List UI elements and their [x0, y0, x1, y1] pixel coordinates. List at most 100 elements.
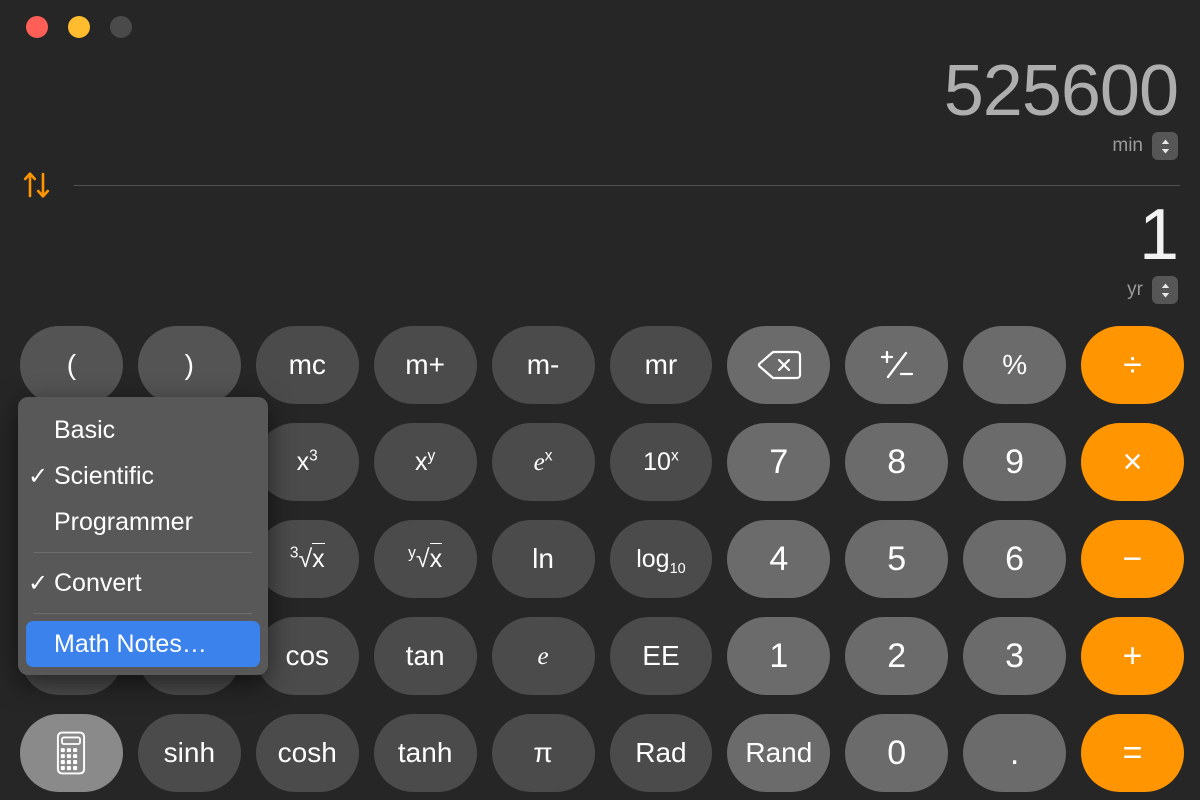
- key-label: 0: [887, 733, 907, 772]
- key-label: tan: [405, 640, 445, 671]
- delete-icon: [757, 350, 801, 380]
- key-hyperbolic-tangent[interactable]: tanh: [373, 714, 477, 792]
- key-cube-root[interactable]: 3√x: [255, 520, 359, 598]
- display-top: 525600 min: [943, 51, 1179, 160]
- key-memory-clear[interactable]: mc: [255, 326, 359, 404]
- key-pi[interactable]: π: [491, 714, 595, 792]
- key-euler-number[interactable]: e: [491, 617, 595, 695]
- key-exponent-entry[interactable]: EE: [609, 617, 713, 695]
- display-bottom-unit-label: yr: [1127, 279, 1143, 300]
- key-random[interactable]: Rand: [727, 714, 831, 792]
- key-label: %: [1002, 349, 1028, 380]
- key-percent[interactable]: %: [963, 326, 1067, 404]
- key-label: (: [66, 349, 77, 380]
- menu-check-icon: ✓: [28, 462, 49, 490]
- swap-units-button[interactable]: [20, 168, 56, 202]
- key-divide[interactable]: ÷: [1081, 326, 1184, 404]
- key-memory-subtract[interactable]: m-: [491, 326, 595, 404]
- calculator-icon: [57, 731, 86, 775]
- menu-item-label: Math Notes…: [54, 629, 207, 658]
- key-ten-to-x[interactable]: 10x: [609, 423, 713, 501]
- key-tangent[interactable]: tan: [373, 617, 477, 695]
- key-subtract[interactable]: −: [1081, 520, 1184, 598]
- key-memory-recall[interactable]: mr: [609, 326, 713, 404]
- key-calculator-mode[interactable]: [20, 714, 123, 792]
- key-multiply[interactable]: ×: [1081, 423, 1184, 501]
- swap-vertical-arrows-icon: [23, 172, 50, 198]
- display-top-unit-row: min: [944, 132, 1178, 160]
- key-radians-toggle[interactable]: Rad: [609, 714, 713, 792]
- display-bottom: 1 yr: [1127, 195, 1179, 304]
- key-label: 7: [769, 442, 789, 481]
- plus-minus-icon: [880, 350, 913, 379]
- menu-item-convert[interactable]: ✓ Convert: [18, 560, 268, 606]
- key-close-paren[interactable]: ): [137, 326, 241, 404]
- key-label: m+: [405, 349, 445, 380]
- display-bottom-unit-row: yr: [1127, 276, 1178, 304]
- menu-item-scientific[interactable]: ✓ Scientific: [18, 453, 268, 499]
- display-bottom-unit-stepper[interactable]: [1152, 276, 1178, 304]
- key-open-paren[interactable]: (: [20, 326, 123, 404]
- key-label: 3√x: [289, 542, 325, 573]
- key-e-to-x[interactable]: ex: [491, 423, 595, 501]
- key-digit-3[interactable]: 3: [963, 617, 1067, 695]
- key-label: log10: [636, 544, 686, 577]
- key-digit-7[interactable]: 7: [727, 423, 831, 501]
- key-label: 4: [769, 539, 789, 578]
- key-x-to-y[interactable]: xy: [373, 423, 477, 501]
- key-label: π: [533, 737, 553, 768]
- key-label: .: [1009, 733, 1020, 772]
- key-label: =: [1122, 733, 1143, 772]
- minimize-button[interactable]: [68, 16, 90, 38]
- key-label: m-: [526, 349, 560, 380]
- key-label: tanh: [397, 737, 453, 768]
- key-hyperbolic-sine[interactable]: sinh: [137, 714, 241, 792]
- display-bottom-value: 1: [1138, 195, 1179, 275]
- key-label: 9: [1005, 442, 1025, 481]
- key-label: xy: [415, 447, 436, 476]
- menu-item-math-notes[interactable]: Math Notes…: [26, 621, 260, 667]
- key-digit-2[interactable]: 2: [845, 617, 949, 695]
- calculator-mode-menu[interactable]: Basic ✓ Scientific Programmer ✓ Convert Math N…: [18, 397, 268, 675]
- key-label: ×: [1122, 442, 1143, 481]
- key-label: e: [537, 642, 549, 670]
- key-cosine[interactable]: cos: [255, 617, 359, 695]
- key-label: cos: [285, 640, 330, 671]
- menu-check-icon: ✓: [28, 569, 49, 597]
- key-label: 6: [1005, 539, 1025, 578]
- key-add[interactable]: +: [1081, 617, 1184, 695]
- key-memory-add[interactable]: m+: [373, 326, 477, 404]
- close-button[interactable]: [26, 16, 48, 38]
- key-label: ): [184, 349, 194, 380]
- zoom-button[interactable]: [110, 16, 132, 38]
- key-sign-toggle[interactable]: [845, 326, 949, 404]
- key-label: sinh: [163, 737, 216, 768]
- menu-item-label: Basic: [54, 415, 116, 444]
- menu-item-basic[interactable]: Basic: [18, 407, 268, 453]
- key-digit-6[interactable]: 6: [963, 520, 1067, 598]
- menu-item-label: Convert: [54, 568, 142, 597]
- menu-separator: [34, 552, 252, 553]
- display-top-value: 525600: [943, 51, 1179, 131]
- key-y-root[interactable]: y√x: [373, 520, 477, 598]
- menu-item-programmer[interactable]: Programmer: [18, 499, 268, 545]
- key-hyperbolic-cosine[interactable]: cosh: [255, 714, 359, 792]
- key-equals[interactable]: =: [1081, 714, 1184, 792]
- key-digit-1[interactable]: 1: [727, 617, 831, 695]
- key-digit-0[interactable]: 0: [845, 714, 949, 792]
- key-digit-4[interactable]: 4: [727, 520, 831, 598]
- display-top-unit-stepper[interactable]: [1152, 132, 1178, 160]
- key-label: Rand: [745, 737, 813, 768]
- key-natural-log[interactable]: ln: [491, 520, 595, 598]
- key-label: EE: [642, 640, 680, 671]
- unit-swap-row: [20, 168, 1180, 202]
- menu-item-label: Programmer: [54, 507, 193, 536]
- key-x-cubed[interactable]: x3: [255, 423, 359, 501]
- key-log-base-10[interactable]: log10: [609, 520, 713, 598]
- key-digit-5[interactable]: 5: [845, 520, 949, 598]
- key-label: ln: [532, 543, 554, 574]
- key-delete-backspace[interactable]: [727, 326, 831, 404]
- key-digit-8[interactable]: 8: [845, 423, 949, 501]
- key-digit-9[interactable]: 9: [963, 423, 1067, 501]
- key-decimal-point[interactable]: .: [963, 714, 1067, 792]
